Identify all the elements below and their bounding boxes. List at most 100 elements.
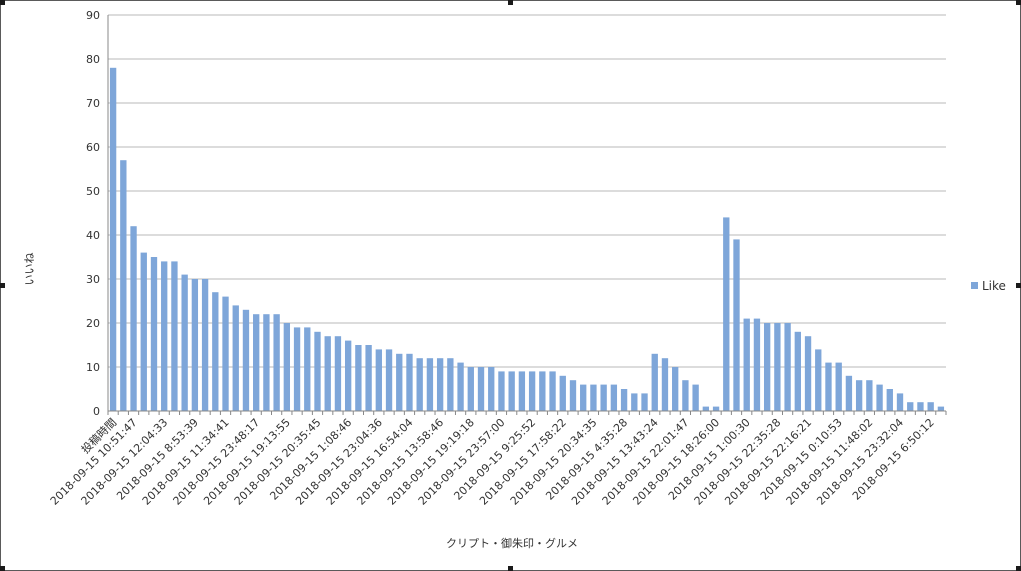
bar xyxy=(263,314,270,411)
bar xyxy=(886,389,893,411)
bar xyxy=(212,292,219,411)
bar xyxy=(426,358,434,411)
bar xyxy=(815,349,822,411)
bar xyxy=(600,384,607,411)
bar xyxy=(539,371,546,411)
resize-handle-bottom-center[interactable] xyxy=(508,566,513,571)
y-tick-label: 0 xyxy=(93,405,100,418)
bar xyxy=(723,217,730,411)
resize-handle-bottom-left[interactable] xyxy=(0,566,5,571)
bar xyxy=(835,362,842,411)
bar xyxy=(416,358,423,411)
bar xyxy=(845,375,853,411)
bar xyxy=(304,327,311,411)
bar xyxy=(518,371,526,411)
bar xyxy=(293,327,301,411)
bar xyxy=(375,349,382,411)
bar xyxy=(784,323,791,411)
bar xyxy=(406,353,413,411)
bar xyxy=(763,323,771,411)
y-tick-labels: 0 10 20 30 40 50 60 70 80 90 xyxy=(86,9,100,418)
bar xyxy=(528,371,536,411)
bar xyxy=(324,336,331,411)
bar xyxy=(273,314,280,411)
bar xyxy=(161,261,168,411)
bar xyxy=(181,274,188,411)
bar xyxy=(937,406,945,411)
x-tick-labels: 投稿時間2018-09-15 10:51:472018-09-15 12:04:… xyxy=(48,415,937,508)
x-axis-title: クリプト・御朱印・グルメ xyxy=(446,536,578,550)
y-tick-label: 30 xyxy=(86,273,100,286)
bar xyxy=(620,389,628,411)
bars xyxy=(109,67,945,412)
bar xyxy=(120,160,127,411)
bar xyxy=(682,380,689,411)
bar xyxy=(334,336,342,411)
bar xyxy=(344,340,352,411)
y-tick-label: 40 xyxy=(86,229,100,242)
bar xyxy=(109,67,117,412)
y-tick-label: 20 xyxy=(86,317,100,330)
y-tick-label: 70 xyxy=(86,97,100,110)
bar xyxy=(580,384,587,411)
bar xyxy=(712,406,720,411)
bar xyxy=(253,314,260,411)
y-tick-label: 60 xyxy=(86,141,100,154)
bar xyxy=(866,380,873,411)
bar xyxy=(242,309,250,411)
bar xyxy=(825,362,832,411)
bar xyxy=(641,393,648,411)
bar xyxy=(171,261,178,411)
bar xyxy=(743,318,750,411)
bar xyxy=(733,239,740,411)
bar xyxy=(365,345,372,411)
bar xyxy=(355,345,362,411)
bar xyxy=(201,279,209,411)
bar xyxy=(436,358,444,411)
y-axis-title: いいね xyxy=(23,253,36,286)
bar xyxy=(651,353,658,411)
bar xyxy=(222,296,229,411)
resize-handle-middle-right[interactable] xyxy=(1016,283,1021,288)
legend: Like xyxy=(971,279,1006,293)
bar xyxy=(927,402,934,411)
bar xyxy=(283,323,291,411)
bar xyxy=(488,367,495,411)
bar xyxy=(876,384,883,411)
bar xyxy=(549,371,556,411)
bar xyxy=(559,375,566,411)
y-tick-label: 10 xyxy=(86,361,100,374)
bar xyxy=(314,331,321,411)
bar xyxy=(774,323,781,411)
bar xyxy=(702,406,710,411)
y-tick-label: 50 xyxy=(86,185,100,198)
bar xyxy=(753,318,761,411)
resize-handle-middle-left[interactable] xyxy=(0,283,5,288)
bar xyxy=(396,353,403,411)
bar xyxy=(794,331,801,411)
y-tick-label: 90 xyxy=(86,9,100,22)
resize-handle-top-center[interactable] xyxy=(508,0,513,5)
bar xyxy=(855,380,863,411)
bar xyxy=(631,393,638,411)
resize-handle-top-right[interactable] xyxy=(1016,0,1021,5)
resize-handle-top-left[interactable] xyxy=(0,0,5,5)
bar xyxy=(140,252,147,411)
bar xyxy=(804,336,812,411)
bar xyxy=(917,402,924,411)
bar xyxy=(692,384,699,411)
bar xyxy=(498,371,505,411)
bar xyxy=(672,367,679,411)
y-tick-label: 80 xyxy=(86,53,100,66)
bar xyxy=(130,226,137,411)
resize-handle-bottom-right[interactable] xyxy=(1016,566,1021,571)
bar xyxy=(569,380,577,411)
bar-chart: 0 10 20 30 40 50 60 70 80 90 投稿時間2018-09-15 10:51… xyxy=(23,9,1006,550)
bar xyxy=(457,362,464,411)
bar xyxy=(896,393,904,411)
bar xyxy=(385,349,393,411)
bar xyxy=(508,371,515,411)
bar xyxy=(232,305,239,411)
legend-label: Like xyxy=(982,279,1006,293)
bar xyxy=(610,384,618,411)
